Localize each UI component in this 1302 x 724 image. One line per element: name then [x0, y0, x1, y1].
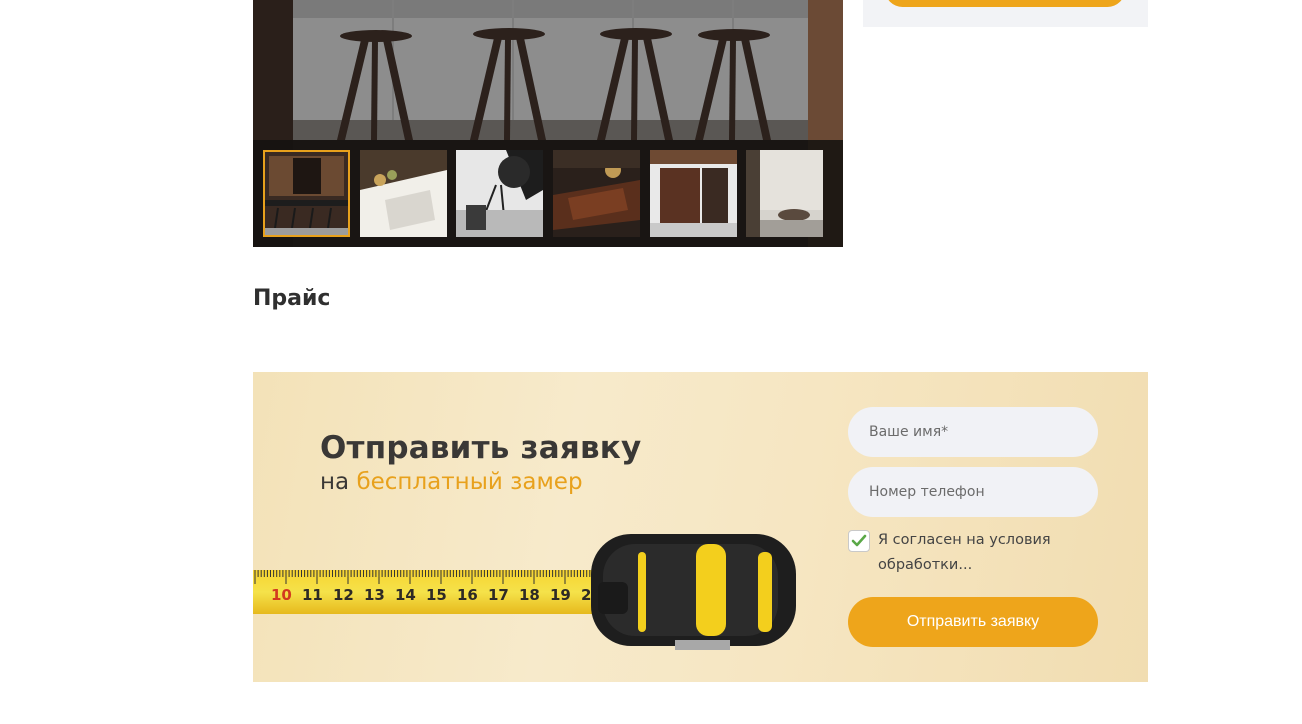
- tape-measure-illustration: 10 11 12 13 14 15 16 17 18 19 2: [253, 534, 796, 650]
- consent-text[interactable]: Я согласен на условия обработки...: [878, 528, 1098, 578]
- tape-number: 13: [364, 586, 385, 604]
- price-heading: Прайс: [253, 286, 331, 311]
- phone-input[interactable]: [848, 467, 1098, 517]
- thumbnail-1[interactable]: [263, 150, 350, 237]
- thumbnail-4[interactable]: [553, 150, 640, 237]
- tape-number: 2: [581, 586, 591, 604]
- sidebar-order-button[interactable]: [885, 0, 1125, 7]
- checkmark-icon: [851, 534, 867, 547]
- request-subtitle-prefix: на: [320, 469, 350, 495]
- request-banner: Отправить заявку на бесплатный замер 10 1…: [253, 372, 1148, 682]
- tape-number: 16: [457, 586, 478, 604]
- thumbnail-5[interactable]: [650, 150, 737, 237]
- tape-number: 11: [302, 586, 323, 604]
- tape-number: 14: [395, 586, 416, 604]
- image-gallery: [253, 0, 843, 247]
- tape-number: 17: [488, 586, 509, 604]
- consent-checkbox[interactable]: [848, 530, 870, 552]
- tape-number: 15: [426, 586, 447, 604]
- request-subtitle: на бесплатный замер: [320, 469, 583, 495]
- thumbnail-3[interactable]: [456, 150, 543, 237]
- request-title: Отправить заявку: [320, 430, 642, 466]
- submit-request-button[interactable]: Отправить заявку: [848, 597, 1098, 647]
- name-input[interactable]: [848, 407, 1098, 457]
- request-subtitle-accent: бесплатный замер: [356, 469, 583, 495]
- tape-number: 12: [333, 586, 354, 604]
- sidebar-card: [863, 0, 1148, 27]
- tape-number: 19: [550, 586, 571, 604]
- tape-number: 10: [271, 586, 292, 604]
- thumbnail-2[interactable]: [360, 150, 447, 237]
- tape-number: 18: [519, 586, 540, 604]
- thumbnail-strip: [253, 140, 843, 247]
- consent-row: Я согласен на условия обработки...: [848, 528, 1098, 578]
- thumbnail-6[interactable]: [746, 150, 823, 237]
